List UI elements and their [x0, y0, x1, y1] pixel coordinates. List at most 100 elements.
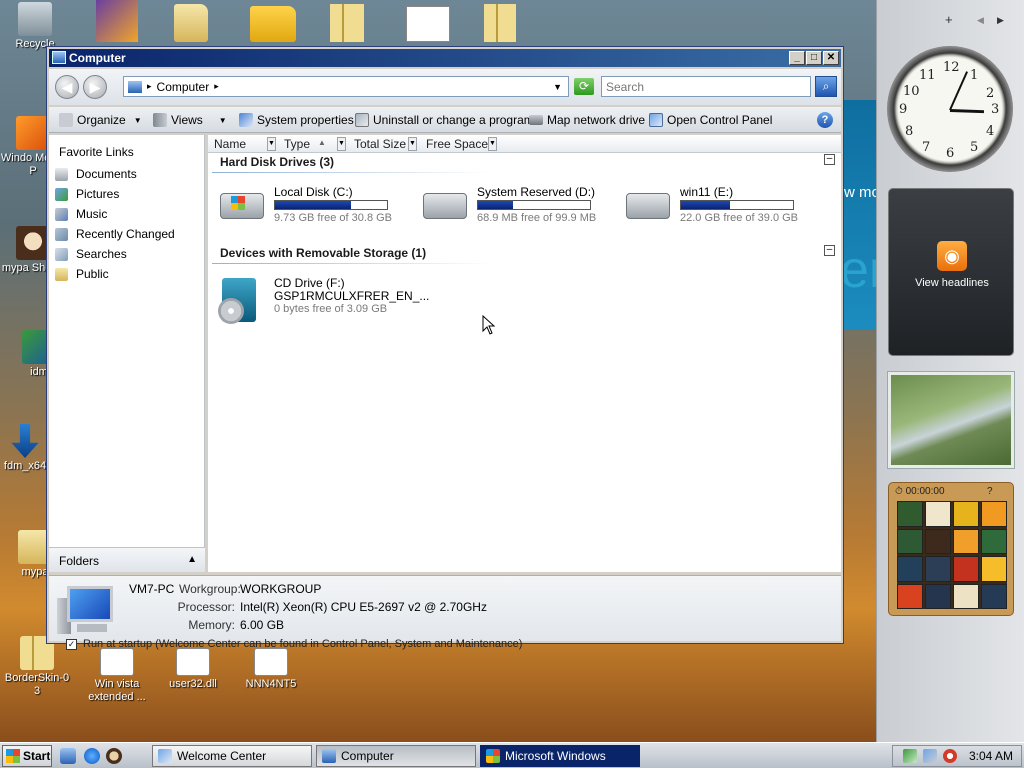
pictures-icon — [55, 187, 68, 201]
desktop-icon-win-vista-extended[interactable]: Win vista extended ... — [82, 648, 152, 704]
puzzle-grid[interactable] — [897, 501, 1007, 609]
maximize-button[interactable]: □ — [806, 51, 822, 65]
folders-toggle[interactable]: Folders ▲ — [49, 547, 205, 572]
search-input[interactable]: Search — [601, 76, 811, 97]
minimize-button[interactable]: _ — [789, 51, 805, 65]
slideshow-gadget[interactable] — [887, 371, 1015, 469]
open-control-panel-button[interactable]: Open Control Panel — [649, 112, 772, 128]
drive-item-d[interactable]: System Reserved (D:) 68.9 MB free of 99.… — [417, 185, 617, 237]
address-separator[interactable]: ▸ — [147, 81, 152, 92]
drive-item-c[interactable]: Local Disk (C:) 9.73 GB free of 30.8 GB — [214, 185, 414, 237]
drive-item-e[interactable]: win11 (E:) 22.0 GB free of 39.0 GB — [620, 185, 820, 237]
folder-icon[interactable] — [250, 6, 296, 42]
start-button[interactable]: Start — [2, 745, 52, 767]
favorite-link-music[interactable]: Music — [55, 207, 107, 221]
puzzle-tile[interactable] — [897, 583, 923, 609]
column-header-type-dropdown[interactable]: ▼ — [337, 137, 346, 151]
favorite-link-public[interactable]: Public — [55, 267, 109, 281]
drive-free-space: 22.0 GB free of 39.0 GB — [680, 212, 799, 224]
group-divider — [212, 263, 492, 264]
puzzle-tile[interactable] — [897, 528, 923, 554]
volume-muted-icon[interactable] — [942, 749, 957, 763]
column-header-name-dropdown[interactable]: ▼ — [267, 137, 276, 151]
monkey-app-icon[interactable] — [106, 748, 122, 764]
address-dropdown-icon[interactable]: ▼ — [553, 82, 562, 92]
taskbar-clock[interactable]: 3:04 AM — [969, 749, 1013, 763]
puzzle-tile[interactable] — [925, 583, 951, 609]
views-button[interactable]: Views ▼ — [153, 112, 227, 128]
view-headlines-link[interactable]: View headlines — [889, 277, 1015, 289]
collapse-group-icon[interactable]: – — [824, 154, 835, 165]
puzzle-tile[interactable] — [925, 556, 951, 582]
map-network-drive-label: Map network drive — [547, 113, 646, 127]
puzzle-tile[interactable] — [981, 501, 1007, 527]
puzzle-tile[interactable] — [981, 583, 1007, 609]
puzzle-tile[interactable] — [953, 528, 979, 554]
welcome-center-startup-option[interactable]: ✓ Run at startup (Welcome Center can be f… — [66, 638, 566, 656]
app-icon[interactable] — [96, 0, 138, 42]
sidebar-tray-icon[interactable] — [902, 749, 917, 763]
searches-icon — [55, 247, 68, 261]
prev-gadget-button[interactable]: ◀ — [977, 15, 984, 26]
organize-label: Organize — [77, 113, 126, 127]
zip-folder-icon[interactable] — [484, 4, 516, 42]
add-gadget-button[interactable]: + — [945, 12, 953, 27]
clock-gadget[interactable]: 12 1 2 3 4 5 6 7 8 9 10 11 — [887, 46, 1013, 172]
column-header-free-space-dropdown[interactable]: ▼ — [488, 137, 497, 151]
puzzle-tile[interactable] — [953, 583, 979, 609]
group-divider — [212, 172, 492, 173]
puzzle-tile[interactable] — [953, 556, 979, 582]
help-icon[interactable]: ? — [817, 112, 833, 128]
favorite-link-recently-changed[interactable]: Recently Changed — [55, 227, 175, 241]
puzzle-tile[interactable] — [897, 501, 923, 527]
show-desktop-icon[interactable] — [60, 748, 76, 764]
collapse-group-icon[interactable]: – — [824, 245, 835, 256]
group-header-hard-disk-drives[interactable]: Hard Disk Drives (3) — [220, 155, 334, 169]
desktop-icon-borderskin[interactable]: BorderSkin-0 3 — [2, 636, 72, 698]
column-header-type[interactable]: Type — [284, 137, 310, 151]
feed-headlines-gadget[interactable]: ◉ View headlines — [888, 188, 1014, 356]
network-icon[interactable] — [922, 749, 937, 763]
column-header-name[interactable]: Name — [214, 137, 246, 151]
taskbar-item-microsoft-windows[interactable]: Microsoft Windows — [480, 745, 640, 767]
puzzle-tile[interactable] — [953, 501, 979, 527]
next-gadget-button[interactable]: ▶ — [997, 15, 1004, 26]
folder-icon[interactable] — [174, 4, 208, 42]
puzzle-help-button[interactable]: ? — [987, 486, 993, 497]
close-button[interactable]: ✕ — [823, 51, 839, 65]
puzzle-tile[interactable] — [897, 556, 923, 582]
address-bar[interactable]: ▸ Computer ▸ ▼ — [123, 76, 569, 97]
taskbar-item-computer[interactable]: Computer — [316, 745, 476, 767]
drive-item-f-cd[interactable]: CD Drive (F:) GSP1RMCULXFRER_EN_... 0 by… — [214, 276, 429, 328]
back-button[interactable]: ◀ — [55, 75, 79, 99]
taskbar-item-welcome-center[interactable]: Welcome Center — [152, 745, 312, 767]
startup-checkbox[interactable]: ✓ — [66, 638, 77, 650]
search-icon[interactable]: ⌕ — [815, 76, 837, 97]
address-path-chevron[interactable]: ▸ — [214, 81, 219, 92]
internet-explorer-icon[interactable] — [84, 748, 100, 764]
drive-usage-fill — [275, 201, 352, 209]
column-header-total-size[interactable]: Total Size — [354, 137, 406, 151]
favorite-link-pictures[interactable]: Pictures — [55, 187, 119, 201]
picture-puzzle-gadget[interactable]: ⏱ 00:00:00 ? — [888, 482, 1014, 616]
column-header-total-size-dropdown[interactable]: ▼ — [408, 137, 417, 151]
puzzle-tile[interactable] — [925, 501, 951, 527]
favorite-link-documents[interactable]: Documents — [55, 167, 137, 181]
zip-folder-icon[interactable] — [330, 4, 364, 42]
puzzle-tile[interactable] — [925, 528, 951, 554]
group-header-removable-storage[interactable]: Devices with Removable Storage (1) — [220, 246, 426, 260]
address-path[interactable]: Computer — [157, 80, 210, 94]
map-network-drive-button[interactable]: Map network drive — [529, 112, 645, 128]
organize-button[interactable]: Organize ▼ — [59, 112, 142, 128]
forward-button[interactable]: ▶ — [83, 75, 107, 99]
favorite-link-searches[interactable]: Searches — [55, 247, 127, 261]
column-header-free-space[interactable]: Free Space — [426, 137, 488, 151]
puzzle-tile[interactable] — [981, 528, 1007, 554]
window-document-icon[interactable] — [406, 6, 450, 42]
uninstall-program-button[interactable]: Uninstall or change a program — [355, 112, 534, 128]
desktop-icon-recycle-bin[interactable]: Recycle — [0, 2, 70, 51]
system-properties-button[interactable]: System properties — [239, 112, 354, 128]
title-bar[interactable]: Computer _ □ ✕ — [49, 49, 841, 67]
puzzle-tile[interactable] — [981, 556, 1007, 582]
refresh-icon[interactable]: ⟳ — [574, 78, 594, 95]
